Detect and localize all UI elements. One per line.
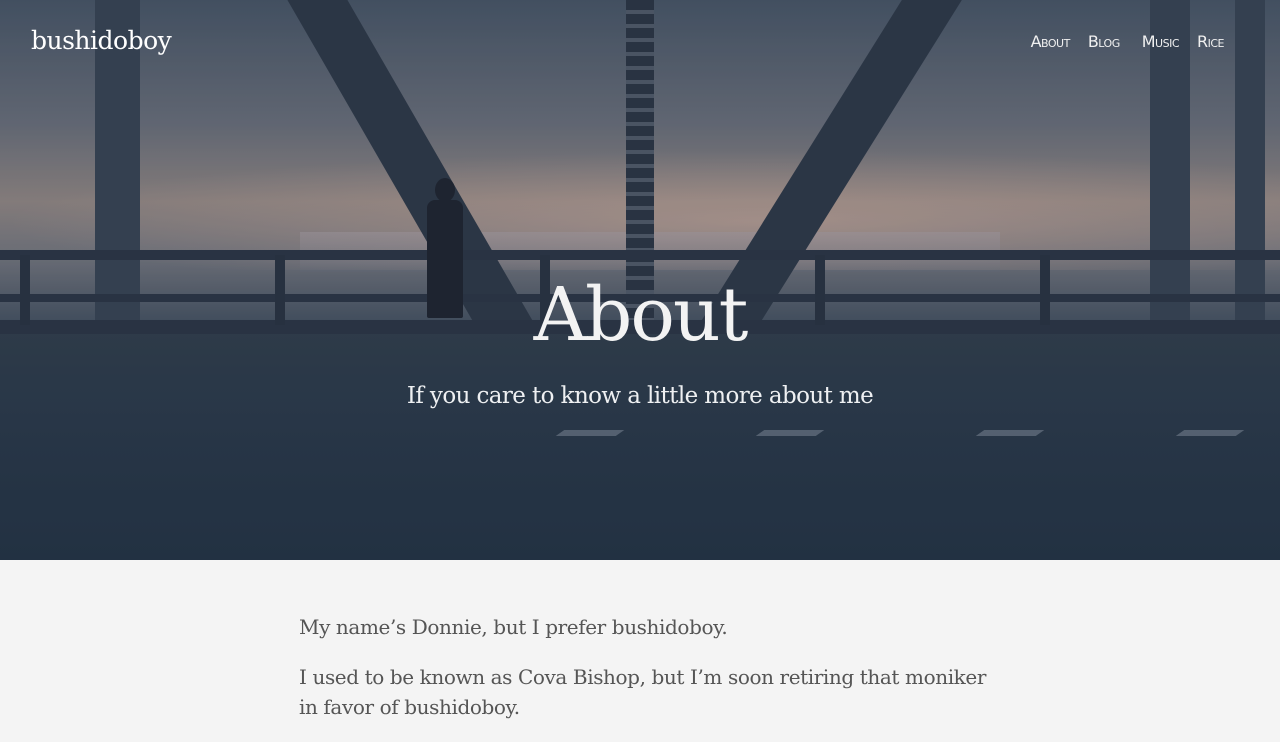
site-logo-link[interactable]: bushidoboy <box>31 26 172 55</box>
history-paragraph: I used to be known as Cova Bishop, but I… <box>299 665 986 719</box>
about-content: My name’s Donnie, but I prefer bushidobo… <box>299 612 999 742</box>
nav-rice[interactable]: Rice <box>1195 32 1226 51</box>
nav-about[interactable]: About <box>1029 32 1072 51</box>
nav-group-blog-music: Blog Music <box>1086 32 1181 51</box>
page-subtitle: If you care to know a little more about … <box>406 383 874 409</box>
main-nav: About Blog Music Rice <box>1029 32 1226 51</box>
page-title: About <box>533 272 749 358</box>
intro-paragraph: My name’s Donnie, but I prefer bushidobo… <box>299 615 728 639</box>
nav-music[interactable]: Music <box>1140 32 1181 51</box>
nav-blog[interactable]: Blog <box>1086 32 1122 51</box>
